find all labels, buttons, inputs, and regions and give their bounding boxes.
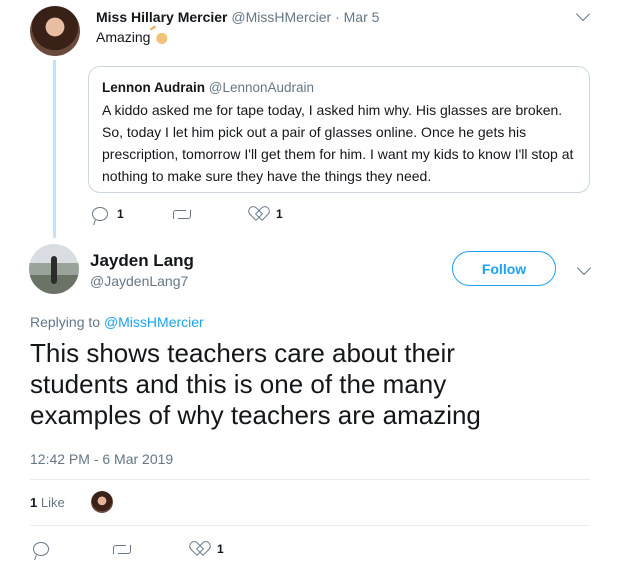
avatar-jayden-lang[interactable] <box>29 244 79 294</box>
retweet-icon <box>113 543 131 555</box>
quoted-author-name: Lennon Audrain <box>102 80 205 95</box>
retweet-icon <box>173 208 191 220</box>
liker-avatar[interactable] <box>91 491 113 513</box>
replying-to: Replying to @MissHMercier <box>30 314 204 330</box>
clapping-hands-icon <box>153 30 170 44</box>
parent-tweet-header: Miss Hillary Mercier @MissHMercier · Mar… <box>96 9 379 25</box>
replying-prefix: Replying to <box>30 314 101 330</box>
reply-icon <box>33 542 49 556</box>
tweet-timestamp[interactable]: 12:42 PM - 6 Mar 2019 <box>30 451 173 467</box>
thread-line <box>53 60 56 238</box>
reply-icon <box>92 207 108 221</box>
quoted-tweet-header: Lennon Audrain @LennonAudrain <box>102 80 314 95</box>
divider <box>30 525 590 526</box>
likes-summary[interactable]: 1 Like <box>30 495 65 510</box>
follow-button[interactable]: Follow <box>452 251 556 286</box>
separator-dot: · <box>335 9 340 25</box>
main-author-handle[interactable]: @JaydenLang7 <box>90 273 188 289</box>
chevron-down-icon[interactable] <box>576 260 592 276</box>
main-author-name[interactable]: Jayden Lang <box>90 251 194 271</box>
main-like-count: 1 <box>217 542 224 556</box>
parent-tweet-text: Amazing <box>96 29 170 45</box>
heart-icon <box>252 207 267 221</box>
main-tweet-text: This shows teachers care about their stu… <box>30 338 481 430</box>
chevron-down-icon[interactable] <box>575 6 591 22</box>
parent-reply-action[interactable]: 1 <box>92 207 124 221</box>
quoted-tweet-text: A kiddo asked me for tape today, I asked… <box>102 102 574 184</box>
parent-reply-count: 1 <box>117 207 124 221</box>
avatar-hillary-mercier[interactable] <box>30 6 80 56</box>
main-retweet-action[interactable] <box>113 543 131 555</box>
parent-author-name[interactable]: Miss Hillary Mercier <box>96 9 228 25</box>
quoted-author-handle: @LennonAudrain <box>208 80 315 95</box>
main-like-action[interactable]: 1 <box>193 542 224 556</box>
parent-author-handle[interactable]: @MissHMercier <box>231 9 331 25</box>
parent-retweet-action[interactable] <box>173 208 191 220</box>
parent-like-count: 1 <box>276 207 283 221</box>
replying-handle-link[interactable]: @MissHMercier <box>104 314 204 330</box>
parent-like-action[interactable]: 1 <box>252 207 283 221</box>
likes-count: 1 <box>30 495 38 510</box>
parent-tweet-date[interactable]: Mar 5 <box>344 9 380 25</box>
likes-label: Like <box>40 495 65 510</box>
parent-tweet-text-content: Amazing <box>96 29 151 45</box>
heart-icon <box>193 542 208 556</box>
main-reply-action[interactable] <box>33 542 49 556</box>
divider <box>30 479 590 480</box>
